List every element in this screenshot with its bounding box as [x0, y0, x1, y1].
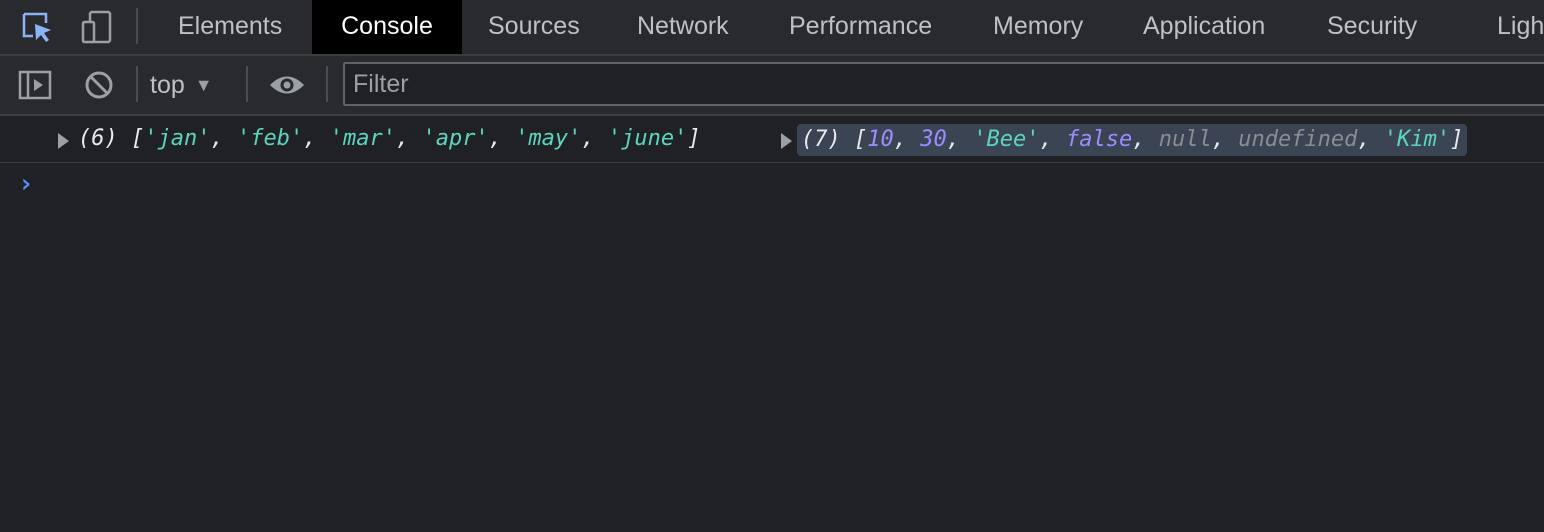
- array-length: (6): [78, 126, 118, 151]
- tab-lighthouse[interactable]: Ligh: [1471, 0, 1544, 54]
- toolbar-divider: [136, 8, 138, 44]
- array-preview-highlighted[interactable]: (7) [10, 30, 'Bee', false, null, undefin…: [797, 124, 1468, 156]
- array-length: (7): [801, 127, 841, 152]
- tab-network[interactable]: Network: [611, 0, 755, 54]
- tab-performance[interactable]: Performance: [763, 0, 958, 54]
- tab-memory[interactable]: Memory: [967, 0, 1109, 54]
- tab-elements[interactable]: Elements: [152, 0, 308, 54]
- eye-icon[interactable]: [264, 56, 310, 114]
- filter-input[interactable]: [343, 62, 1544, 106]
- array-item: 'feb': [236, 126, 304, 151]
- toolbar-divider: [136, 66, 138, 102]
- array-item: null: [1158, 127, 1212, 152]
- execution-context-select[interactable]: top ▼: [150, 56, 213, 114]
- array-item: 'jan': [144, 126, 211, 151]
- console-prompt: ›: [0, 163, 1544, 211]
- array-item: 'Kim': [1383, 127, 1451, 152]
- array-item: undefined: [1238, 127, 1358, 152]
- clear-console-icon[interactable]: [76, 56, 122, 114]
- array-item: 'may': [515, 126, 582, 151]
- array-preview[interactable]: (6) ['jan', 'feb', 'mar', 'apr', 'may', …: [78, 116, 701, 162]
- array-item: false: [1065, 127, 1133, 152]
- tab-application[interactable]: Application: [1117, 0, 1291, 54]
- array-item: 30: [920, 127, 947, 152]
- array-item: 10: [867, 127, 894, 152]
- console-input[interactable]: [50, 169, 1530, 205]
- show-sidebar-icon[interactable]: [12, 56, 58, 114]
- devtools-window: Elements Console Sources Network Perform…: [0, 0, 1544, 532]
- array-item: 'mar': [329, 126, 396, 151]
- chevron-down-icon: ▼: [194, 74, 213, 95]
- tab-security[interactable]: Security: [1301, 0, 1443, 54]
- prompt-caret-icon: ›: [18, 169, 34, 199]
- context-label: top: [150, 70, 185, 99]
- expand-triangle-icon[interactable]: [781, 133, 792, 149]
- tab-console[interactable]: Console: [312, 0, 462, 54]
- devtools-tab-bar: Elements Console Sources Network Perform…: [0, 0, 1544, 56]
- array-item: 'june': [607, 126, 688, 151]
- toolbar-divider: [326, 66, 328, 102]
- toolbar-divider: [246, 66, 248, 102]
- expand-triangle-icon[interactable]: [58, 133, 69, 149]
- tab-sources[interactable]: Sources: [462, 0, 606, 54]
- console-toolbar: top ▼: [0, 56, 1544, 116]
- device-toolbar-icon[interactable]: [74, 0, 120, 54]
- array-item: 'Bee': [973, 127, 1040, 152]
- console-message: (6) ['jan', 'feb', 'mar', 'apr', 'may', …: [0, 116, 1544, 163]
- inspect-element-icon[interactable]: [14, 0, 60, 54]
- array-item: 'apr': [422, 126, 489, 151]
